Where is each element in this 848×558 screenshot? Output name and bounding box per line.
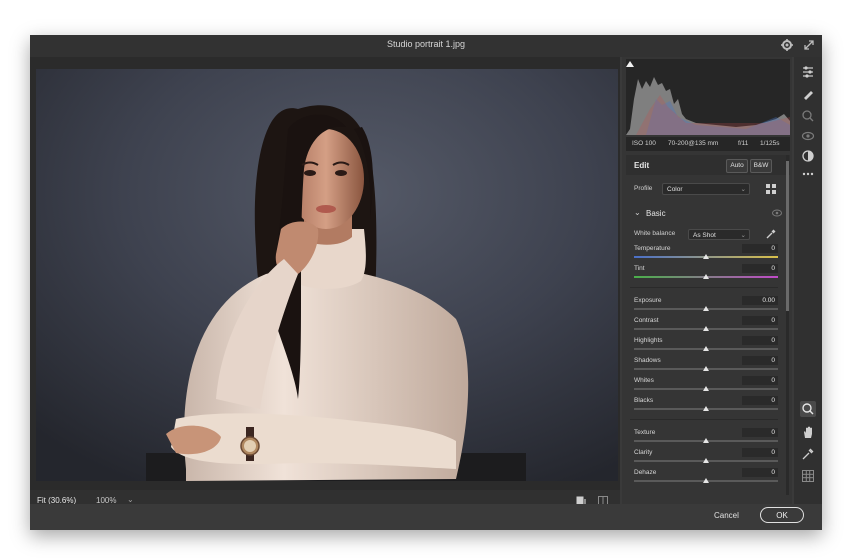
masking-icon[interactable] xyxy=(801,149,815,163)
slider-blacks[interactable]: Blacks 0 xyxy=(626,395,782,415)
image-canvas[interactable]: Fit (30.6%) 100% ⌄ xyxy=(30,57,620,512)
edit-sliders-icon[interactable] xyxy=(801,65,815,79)
exif-lens: 70-200@135 mm xyxy=(668,140,719,147)
slider-thumb[interactable] xyxy=(703,406,709,411)
profile-select[interactable]: Color ⌄ xyxy=(662,183,750,195)
slider-value-field[interactable]: 0 xyxy=(742,336,778,345)
exif-iso: ISO 100 xyxy=(632,140,656,147)
slider-value-field[interactable]: 0 xyxy=(742,356,778,365)
grid-overlay-icon[interactable] xyxy=(801,469,815,483)
slider-thumb[interactable] xyxy=(703,386,709,391)
cancel-button[interactable]: Cancel xyxy=(714,511,739,520)
eye-icon[interactable] xyxy=(772,209,782,217)
slider-value-field[interactable]: 0 xyxy=(742,264,778,273)
edit-title: Edit xyxy=(634,161,650,170)
white-balance-value: As Shot xyxy=(693,232,716,239)
slider-thumb[interactable] xyxy=(703,254,709,259)
slider-value-field[interactable]: 0 xyxy=(742,468,778,477)
histogram-graph xyxy=(626,61,790,135)
slider-thumb[interactable] xyxy=(703,438,709,443)
auto-button[interactable]: Auto xyxy=(726,159,748,173)
chevron-down-icon: ⌄ xyxy=(740,232,746,239)
slider-dehaze[interactable]: Dehaze 0 xyxy=(626,467,782,487)
chevron-down-icon: ⌄ xyxy=(634,208,641,217)
profile-value: Color xyxy=(667,186,683,193)
slider-thumb[interactable] xyxy=(703,366,709,371)
white-balance-select[interactable]: As Shot ⌄ xyxy=(688,229,750,240)
white-balance-row: White balance As Shot ⌄ xyxy=(626,225,790,243)
slider-label: Blacks xyxy=(634,397,654,404)
slider-thumb[interactable] xyxy=(703,326,709,331)
slider-label: Whites xyxy=(634,377,654,384)
dialog-footer: Cancel OK xyxy=(30,504,822,530)
chevron-down-icon: ⌄ xyxy=(740,186,746,193)
profile-label: Profile xyxy=(634,185,653,192)
slider-label: Dehaze xyxy=(634,469,657,476)
exif-aperture: f/11 xyxy=(738,140,749,147)
slider-label: Exposure xyxy=(634,297,662,304)
more-icon[interactable] xyxy=(801,167,815,181)
section-divider xyxy=(630,419,778,420)
zoom-dropdown[interactable]: ⌄ xyxy=(127,495,134,504)
bw-button[interactable]: B&W xyxy=(750,159,772,173)
section-divider xyxy=(630,287,778,288)
exif-info: ISO 100 70-200@135 mm f/11 1/125s xyxy=(626,137,790,151)
red-eye-icon[interactable] xyxy=(801,129,815,143)
slider-label: Contrast xyxy=(634,317,659,324)
gear-icon[interactable] xyxy=(780,38,794,52)
slider-label: Clarity xyxy=(634,449,653,456)
profile-row: Profile Color ⌄ xyxy=(626,179,790,201)
slider-whites[interactable]: Whites 0 xyxy=(626,375,782,395)
slider-exposure[interactable]: Exposure 0.00 xyxy=(626,295,782,315)
basic-section-header[interactable]: ⌄ Basic xyxy=(626,205,790,221)
eyedropper-icon[interactable] xyxy=(766,229,776,239)
title-bar: Studio portrait 1.jpg xyxy=(30,35,822,57)
slider-label: Shadows xyxy=(634,357,661,364)
edit-header: Edit Auto B&W xyxy=(626,155,790,175)
slider-shadows[interactable]: Shadows 0 xyxy=(626,355,782,375)
slider-thumb[interactable] xyxy=(703,458,709,463)
slider-thumb[interactable] xyxy=(703,306,709,311)
brush-icon[interactable] xyxy=(801,87,815,101)
expand-icon[interactable] xyxy=(802,38,816,52)
slider-thumb[interactable] xyxy=(703,478,709,483)
white-balance-label: White balance xyxy=(634,230,676,237)
portrait-illustration xyxy=(36,69,618,481)
exif-shutter: 1/125s xyxy=(760,140,780,147)
slider-contrast[interactable]: Contrast 0 xyxy=(626,315,782,335)
tool-strip xyxy=(794,57,822,504)
ok-button[interactable]: OK xyxy=(760,507,804,523)
slider-value-field[interactable]: 0 xyxy=(742,396,778,405)
color-sampler-icon[interactable] xyxy=(801,447,815,461)
slider-texture[interactable]: Texture 0 xyxy=(626,427,782,447)
basic-section-label: Basic xyxy=(646,209,666,218)
slider-value-field[interactable]: 0 xyxy=(742,316,778,325)
slider-clarity[interactable]: Clarity 0 xyxy=(626,447,782,467)
camera-raw-window: Studio portrait 1.jpg Fit (30.6%) 100% ⌄… xyxy=(30,35,822,530)
slider-tint[interactable]: Tint 0 xyxy=(626,263,782,283)
slider-value-field[interactable]: 0 xyxy=(742,428,778,437)
hand-icon[interactable] xyxy=(801,425,815,439)
window-title: Studio portrait 1.jpg xyxy=(386,39,466,49)
heal-icon[interactable] xyxy=(801,109,815,123)
slider-label: Temperature xyxy=(634,245,671,252)
slider-label: Highlights xyxy=(634,337,663,344)
edit-panel: ISO 100 70-200@135 mm f/11 1/125s Edit A… xyxy=(622,57,792,504)
histogram xyxy=(626,59,790,135)
slider-label: Tint xyxy=(634,265,645,272)
slider-thumb[interactable] xyxy=(703,274,709,279)
portrait-photo xyxy=(36,69,618,481)
slider-value-field[interactable]: 0.00 xyxy=(742,296,778,305)
profile-browser-icon[interactable] xyxy=(766,184,776,194)
zoom-icon[interactable] xyxy=(800,401,816,417)
slider-highlights[interactable]: Highlights 0 xyxy=(626,335,782,355)
slider-value-field[interactable]: 0 xyxy=(742,244,778,253)
slider-thumb[interactable] xyxy=(703,346,709,351)
panel-scrollbar-thumb[interactable] xyxy=(786,161,789,311)
slider-label: Texture xyxy=(634,429,656,436)
slider-value-field[interactable]: 0 xyxy=(742,376,778,385)
slider-temperature[interactable]: Temperature 0 xyxy=(626,243,782,263)
slider-value-field[interactable]: 0 xyxy=(742,448,778,457)
